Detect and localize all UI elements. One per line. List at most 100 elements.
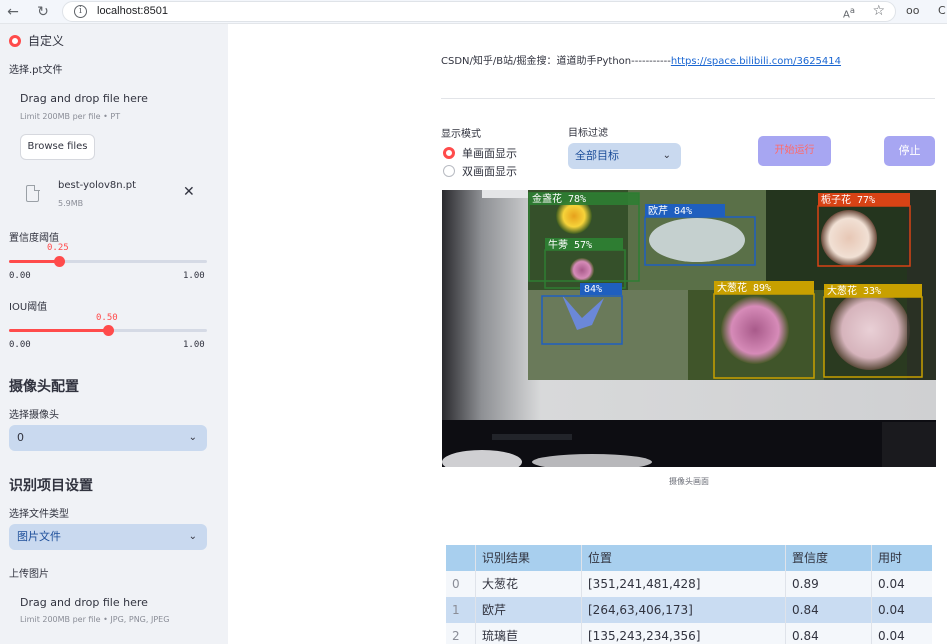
table-index-header (446, 545, 476, 571)
target-filter-select[interactable]: 全部目标 ⌄ (568, 143, 681, 169)
detection-label: 金盏花 78% (532, 192, 586, 205)
chevron-down-icon: ⌄ (188, 531, 197, 542)
reload-icon[interactable]: ↻ (34, 3, 52, 21)
camera-image: 金盏花 78% 欧芹 84% 牛蒡 57% 栀子花 77% 84% 大葱花 89… (442, 190, 936, 467)
browser-toolbar: ← ↻ i localhost:8501 Aa ☆ oo C (0, 0, 947, 24)
remove-file-icon[interactable]: ✕ (183, 184, 195, 200)
camera-feed: 金盏花 78% 欧芹 84% 牛蒡 57% 栀子花 77% 84% 大葱花 89… (442, 190, 936, 467)
display-mode-single-label: 单画面显示 (462, 147, 517, 160)
url-text[interactable]: localhost:8501 (97, 5, 168, 17)
iou-slider[interactable] (9, 325, 207, 336)
camera-select-value: 0 (17, 431, 24, 444)
stop-button[interactable]: 停止 (884, 136, 935, 166)
file-type-label: 选择文件类型 (9, 509, 69, 520)
detection-label: 欧芹 84% (648, 205, 692, 217)
table-header-cell[interactable]: 置信度 (786, 545, 872, 571)
file-icon (26, 184, 40, 202)
confidence-min: 0.00 (9, 271, 31, 281)
site-info-icon[interactable]: i (74, 5, 87, 18)
table-header-cell[interactable]: 用时 (872, 545, 932, 571)
uploaded-file-size: 5.9MB (58, 199, 84, 208)
detection-label: 栀子花 77% (821, 193, 875, 206)
bilibili-link[interactable]: https://space.bilibili.com/3625414 (671, 56, 841, 67)
iou-label: IOU阈值 (9, 302, 48, 313)
upload-image-label: 上传图片 (9, 569, 49, 580)
iou-value: 0.50 (96, 313, 118, 323)
radio-label: 自定义 (28, 34, 65, 48)
display-mode-dual-label: 双画面显示 (462, 165, 517, 178)
author-info-text: CSDN/知乎/B站/掘金搜：道道助手Python-----------http… (441, 52, 841, 67)
result-cell: 欧芹 (476, 597, 582, 623)
confidence-cell: 0.84 (786, 597, 872, 623)
time-cell: 0.04 (878, 629, 905, 643)
confidence-max: 1.00 (183, 271, 205, 281)
confidence-cell: 0.84 (786, 623, 872, 644)
result-cell: 大葱花 (476, 571, 582, 597)
iou-slider-fill (9, 329, 108, 332)
camera-caption: 摄像头画面 (669, 477, 709, 486)
camera-section-heading: 摄像头配置 (9, 379, 79, 395)
table-header-cell[interactable]: 识别结果 (476, 545, 582, 571)
uploader-title: Drag and drop file here (20, 92, 148, 105)
time-cell: 0.04 (878, 577, 905, 591)
extension-icon[interactable]: oo (906, 4, 919, 17)
file-type-select-value: 图片文件 (17, 530, 61, 543)
radio-selected-icon[interactable] (443, 147, 455, 159)
detection-label: 牛蒡 57% (548, 238, 592, 251)
image-file-uploader[interactable]: Drag and drop file here Limit 200MB per … (9, 584, 207, 644)
table-row[interactable]: 0 大葱花 [351,241,481,428] 0.89 0.04 (446, 571, 932, 597)
read-aloud-icon[interactable]: Aa (843, 5, 855, 20)
main-content: CSDN/知乎/B站/掘金搜：道道助手Python-----------http… (228, 24, 947, 644)
row-index: 0 (446, 571, 476, 597)
confidence-slider-thumb[interactable] (54, 256, 65, 267)
position-cell: [264,63,406,173] (582, 597, 786, 623)
model-radio-custom[interactable]: 自定义 (9, 32, 64, 49)
chevron-down-icon: ⌄ (662, 150, 671, 161)
display-mode-dual[interactable]: 双画面显示 (443, 163, 517, 179)
model-file-label: 选择.pt文件 (9, 65, 63, 76)
chevron-down-icon: ⌄ (188, 432, 197, 443)
confidence-slider-fill (9, 260, 59, 263)
camera-select[interactable]: 0 ⌄ (9, 425, 207, 451)
row-index: 1 (446, 597, 476, 623)
author-info-prefix: CSDN/知乎/B站/掘金搜：道道助手Python----------- (441, 56, 671, 67)
row-index: 2 (446, 623, 476, 644)
target-filter-value: 全部目标 (575, 149, 619, 162)
position-cell: [135,243,234,356] (582, 623, 786, 644)
time-cell: 0.04 (878, 603, 905, 617)
divider (441, 98, 935, 99)
radio-selected-icon[interactable] (9, 34, 21, 47)
uploader-title: Drag and drop file here (20, 596, 148, 609)
confidence-cell: 0.89 (786, 571, 872, 597)
profile-icon[interactable]: C (938, 4, 946, 17)
detection-label: 大葱花 33% (827, 284, 881, 297)
uploaded-file-name: best-yolov8n.pt (58, 180, 137, 191)
file-type-select[interactable]: 图片文件 ⌄ (9, 524, 207, 550)
uploader-limit: Limit 200MB per file • PT (20, 112, 121, 121)
sidebar: 自定义 选择.pt文件 Drag and drop file here Limi… (0, 24, 228, 644)
display-mode-label: 显示模式 (441, 129, 481, 140)
position-cell: [351,241,481,428] (582, 571, 786, 597)
favorite-star-icon[interactable]: ☆ (872, 3, 885, 19)
back-icon[interactable]: ← (4, 3, 22, 21)
iou-min: 0.00 (9, 340, 31, 350)
address-bar[interactable]: i localhost:8501 Aa ☆ (62, 1, 896, 22)
radio-unselected-icon[interactable] (443, 165, 455, 177)
detection-label: 大葱花 89% (717, 281, 771, 294)
uploader-limit: Limit 200MB per file • JPG, PNG, JPEG (20, 615, 170, 624)
target-filter-label: 目标过滤 (568, 128, 608, 139)
browse-files-button[interactable]: Browse files (20, 134, 95, 160)
confidence-slider[interactable] (9, 256, 207, 267)
camera-select-label: 选择摄像头 (9, 410, 59, 421)
result-cell: 琉璃苣 (476, 623, 582, 644)
table-header-row: 识别结果 位置 置信度 用时 (446, 545, 932, 571)
confidence-value: 0.25 (47, 243, 69, 253)
table-row[interactable]: 2 琉璃苣 [135,243,234,356] 0.84 0.04 (446, 623, 932, 644)
display-mode-single[interactable]: 单画面显示 (443, 145, 517, 161)
table-header-cell[interactable]: 位置 (582, 545, 786, 571)
start-button[interactable]: 开始运行 (758, 136, 831, 166)
recognition-section-heading: 识别项目设置 (9, 478, 93, 494)
detection-label: 84% (584, 284, 602, 295)
iou-slider-thumb[interactable] (103, 325, 114, 336)
table-row[interactable]: 1 欧芹 [264,63,406,173] 0.84 0.04 (446, 597, 932, 623)
